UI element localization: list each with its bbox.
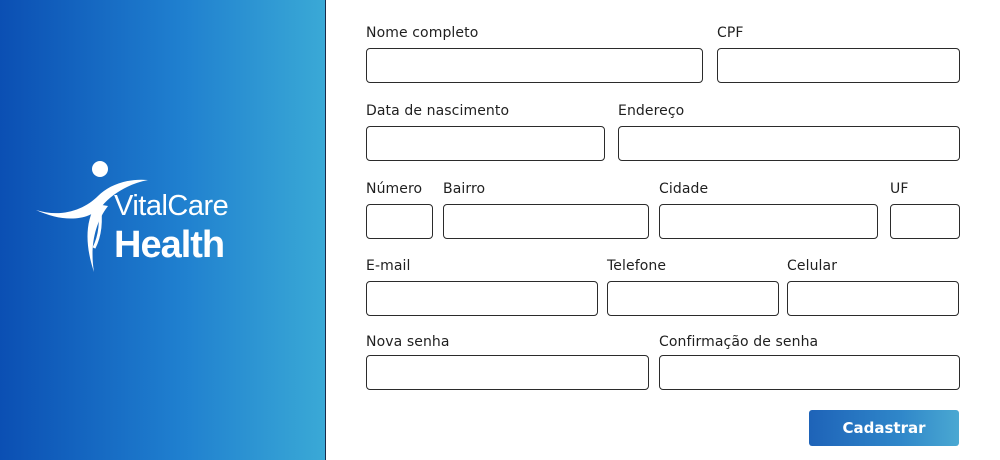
celular-input[interactable] — [787, 281, 959, 316]
numero-label: Número — [366, 181, 423, 197]
registration-screen: VitalCare Health Nome completo CPF Data … — [0, 0, 1000, 460]
telefone-input[interactable] — [607, 281, 779, 316]
brand-logo: VitalCare Health — [36, 160, 276, 275]
brand-name-top: VitalCare — [114, 190, 229, 222]
brand-panel: VitalCare Health — [0, 0, 326, 460]
bairro-input[interactable] — [443, 204, 649, 239]
confirmacao-senha-label: Confirmação de senha — [659, 334, 819, 350]
cpf-label: CPF — [717, 25, 744, 41]
cpf-input[interactable] — [717, 48, 960, 83]
nova-senha-label: Nova senha — [366, 334, 450, 350]
numero-input[interactable] — [366, 204, 433, 239]
bairro-label: Bairro — [443, 181, 486, 197]
registration-form: Nome completo CPF Data de nascimento End… — [326, 0, 1000, 460]
brand-name-bottom: Health — [114, 224, 225, 266]
confirmacao-senha-input[interactable] — [659, 355, 960, 390]
data-nascimento-label: Data de nascimento — [366, 103, 510, 119]
email-label: E-mail — [366, 258, 411, 274]
uf-label: UF — [890, 181, 909, 197]
celular-label: Celular — [787, 258, 838, 274]
endereco-label: Endereço — [618, 103, 685, 119]
nova-senha-input[interactable] — [366, 355, 649, 390]
cidade-label: Cidade — [659, 181, 709, 197]
email-input[interactable] — [366, 281, 598, 316]
uf-input[interactable] — [890, 204, 960, 239]
cadastrar-button[interactable]: Cadastrar — [809, 410, 959, 446]
data-nascimento-input[interactable] — [366, 126, 605, 161]
nome-completo-input[interactable] — [366, 48, 703, 83]
endereco-input[interactable] — [618, 126, 960, 161]
cidade-input[interactable] — [659, 204, 878, 239]
nome-completo-label: Nome completo — [366, 25, 479, 41]
telefone-label: Telefone — [607, 258, 667, 274]
